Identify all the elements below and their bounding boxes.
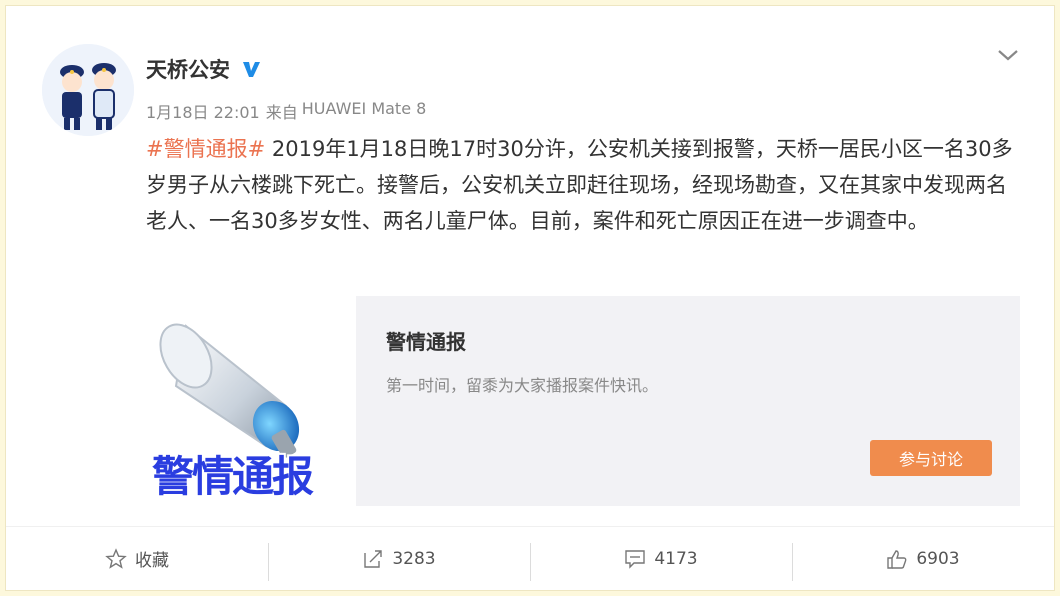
post-text: #警情通报# 2019年1月18日晚17时30分许，公安机关接到报警，天桥一居民… bbox=[146, 131, 1026, 239]
action-bar: 收藏 3283 4173 6903 bbox=[6, 526, 1054, 590]
comment-icon bbox=[625, 549, 646, 569]
repost-button[interactable]: 3283 bbox=[268, 527, 530, 590]
chevron-down-icon[interactable] bbox=[995, 42, 1021, 68]
link-card-info: 警情通报 第一时间，留黍为大家播报案件快讯。 参与讨论 bbox=[356, 296, 1020, 506]
verified-badge-icon bbox=[240, 58, 262, 80]
author-name[interactable]: 天桥公安 bbox=[146, 54, 230, 84]
repost-count: 3283 bbox=[392, 548, 436, 569]
thumbnail-caption: 警情通报 bbox=[152, 452, 314, 501]
weibo-post-card: 天桥公安 1月18日 22:01 来自 HUAWEI Mate 8 #警情通报#… bbox=[5, 5, 1055, 591]
post-source[interactable]: HUAWEI Mate 8 bbox=[302, 99, 427, 123]
like-count: 6903 bbox=[916, 548, 960, 569]
join-discussion-button[interactable]: 参与讨论 bbox=[870, 440, 992, 476]
repost-icon bbox=[364, 549, 383, 568]
avatar[interactable] bbox=[42, 44, 134, 136]
link-card-description: 第一时间，留黍为大家播报案件快讯。 bbox=[386, 376, 659, 395]
favorite-button[interactable]: 收藏 bbox=[6, 527, 268, 590]
hashtag-link[interactable]: #警情通报# bbox=[146, 137, 265, 161]
star-icon bbox=[105, 547, 127, 569]
author-name-row: 天桥公安 bbox=[146, 54, 262, 84]
police-cartoon-avatar-icon bbox=[42, 44, 134, 136]
post-timestamp[interactable]: 1月18日 22:01 bbox=[146, 99, 260, 123]
favorite-label: 收藏 bbox=[135, 551, 169, 571]
like-button[interactable]: 6903 bbox=[792, 527, 1054, 590]
link-card[interactable]: 警情通报 警情通报 第一时间，留黍为大家播报案件快讯。 参与讨论 bbox=[146, 296, 1020, 506]
comment-count: 4173 bbox=[654, 548, 698, 569]
link-card-title[interactable]: 警情通报 bbox=[386, 326, 466, 355]
source-prefix: 来自 bbox=[265, 103, 298, 122]
post-meta: 1月18日 22:01 来自 HUAWEI Mate 8 bbox=[146, 99, 426, 123]
comment-button[interactable]: 4173 bbox=[530, 527, 792, 590]
thumbs-up-icon bbox=[887, 549, 907, 569]
link-card-thumbnail[interactable]: 警情通报 bbox=[146, 296, 356, 506]
post-body: 2019年1月18日晚17时30分许，公安机关接到报警，天桥一居民小区一名30多… bbox=[146, 137, 1013, 233]
